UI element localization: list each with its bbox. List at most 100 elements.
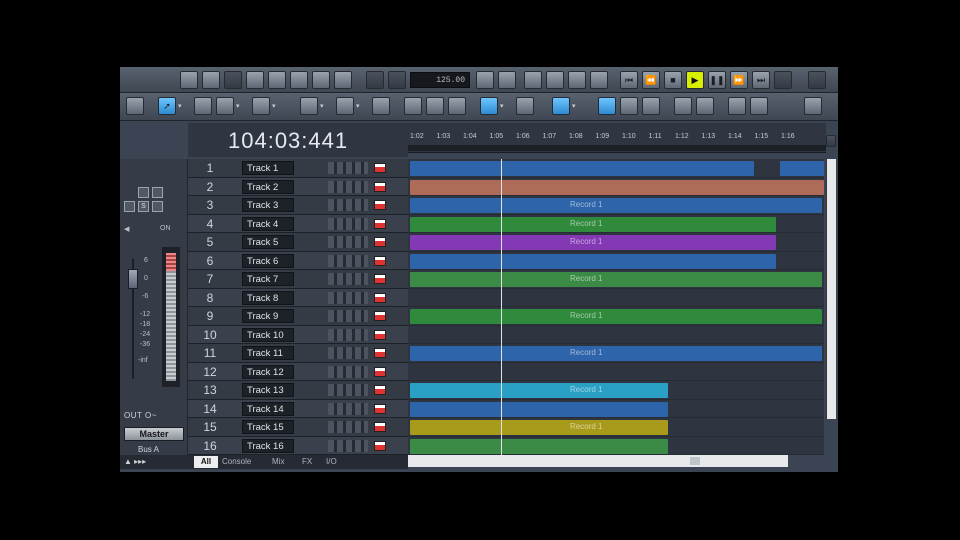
track-color-icon[interactable] xyxy=(374,403,386,414)
track-name-field[interactable]: Track 8 xyxy=(242,290,294,305)
rewind-start-icon[interactable]: ⏮ xyxy=(620,71,638,89)
track-row[interactable]: 8 Track 8 xyxy=(188,288,408,307)
track-controls[interactable] xyxy=(328,199,368,211)
tab-all[interactable]: All xyxy=(194,456,218,468)
track-row[interactable]: 2 Track 2 xyxy=(188,177,408,196)
track-row[interactable]: 9 Track 9 xyxy=(188,307,408,326)
close-panel-icon[interactable] xyxy=(804,97,822,115)
clip-lane[interactable]: Record 1 xyxy=(408,418,824,437)
save-icon[interactable] xyxy=(224,71,242,89)
inspector-icon[interactable] xyxy=(598,97,616,115)
grid-icon[interactable] xyxy=(336,97,354,115)
track-color-icon[interactable] xyxy=(374,181,386,192)
clip[interactable]: Record 1 xyxy=(410,272,822,287)
track-row[interactable]: 1 Track 1 xyxy=(188,159,408,178)
track-name-field[interactable]: Track 10 xyxy=(242,327,294,342)
track-name-field[interactable]: Track 9 xyxy=(242,309,294,323)
track-controls[interactable] xyxy=(328,291,368,304)
clip-lane[interactable] xyxy=(408,159,824,178)
clip[interactable] xyxy=(410,253,776,269)
tab-console[interactable]: Console xyxy=(222,456,251,468)
open-icon[interactable] xyxy=(202,71,220,89)
automation-icon[interactable] xyxy=(480,97,498,115)
clip[interactable] xyxy=(410,161,754,176)
track-controls[interactable] xyxy=(328,217,368,230)
clip[interactable] xyxy=(410,438,668,454)
track-view-icon[interactable] xyxy=(404,97,422,115)
track-color-icon[interactable] xyxy=(374,329,386,340)
track-controls[interactable] xyxy=(328,328,368,341)
ruler-bar[interactable] xyxy=(408,145,826,151)
marker-icon[interactable] xyxy=(524,71,542,89)
monitor-icon[interactable] xyxy=(124,201,135,212)
clip-lane[interactable] xyxy=(408,437,824,455)
clip-lane[interactable] xyxy=(408,400,824,418)
track-color-icon[interactable] xyxy=(374,422,386,432)
track-color-icon[interactable] xyxy=(374,255,386,266)
clip-lane[interactable]: Record 1 xyxy=(408,381,824,400)
rewind-icon[interactable]: ⏪ xyxy=(642,71,660,89)
track-controls[interactable] xyxy=(328,439,368,452)
track-row[interactable]: 13 Track 13 xyxy=(188,381,408,400)
midi-icon[interactable] xyxy=(312,71,330,89)
clip-lane[interactable]: Record 1 xyxy=(408,270,824,289)
chevron-down-icon[interactable]: ▾ xyxy=(356,102,362,112)
draw-tool-icon[interactable] xyxy=(216,97,234,115)
vertical-scrollbar[interactable] xyxy=(826,159,836,419)
track-color-icon[interactable] xyxy=(374,218,386,229)
key-icon[interactable] xyxy=(498,71,516,89)
panel-icon[interactable] xyxy=(808,71,826,89)
clip-lane[interactable]: Record 1 xyxy=(408,196,824,215)
lanes-icon[interactable] xyxy=(552,97,570,115)
chevron-down-icon[interactable]: ▾ xyxy=(320,102,326,112)
track-color-icon[interactable] xyxy=(374,348,386,358)
track-controls[interactable] xyxy=(328,384,368,396)
track-row[interactable]: 5 Track 5 xyxy=(188,233,408,252)
settings-icon[interactable] xyxy=(728,97,746,115)
track-color-icon[interactable] xyxy=(374,385,386,395)
track-color-icon[interactable] xyxy=(374,366,386,377)
track-controls[interactable] xyxy=(328,254,368,267)
clip-lane[interactable]: Record 1 xyxy=(408,215,824,233)
track-name-field[interactable]: Track 3 xyxy=(242,198,294,212)
clip[interactable] xyxy=(780,161,824,176)
solo-s-icon[interactable]: S xyxy=(138,201,149,212)
zoom-tool-icon[interactable] xyxy=(252,97,270,115)
track-controls[interactable] xyxy=(328,421,368,433)
clips-pane[interactable]: Record 1 Record 1 Record 1 Record 1 Record 1… xyxy=(408,159,824,455)
track-row[interactable]: 12 Track 12 xyxy=(188,362,408,381)
track-controls[interactable] xyxy=(328,162,368,174)
chevron-down-icon[interactable]: ▾ xyxy=(236,102,242,112)
track-name-field[interactable]: Track 15 xyxy=(242,420,294,434)
track-name-field[interactable]: Track 6 xyxy=(242,253,294,268)
clip[interactable] xyxy=(410,179,824,195)
loop-icon[interactable] xyxy=(546,71,564,89)
mixer-icon[interactable] xyxy=(246,71,264,89)
fit-icon[interactable] xyxy=(674,97,692,115)
clip-lane[interactable] xyxy=(408,326,824,344)
record-mode-icon[interactable] xyxy=(590,71,608,89)
tempo-display[interactable]: 125.00 xyxy=(410,72,470,88)
track-name-field[interactable]: Track 7 xyxy=(242,272,294,286)
horizontal-scrollbar[interactable] xyxy=(408,455,788,467)
track-row[interactable]: 16 Track 16 xyxy=(188,436,408,455)
track-row[interactable]: 6 Track 6 xyxy=(188,251,408,270)
clip[interactable]: Record 1 xyxy=(410,216,776,232)
range-tool-icon[interactable] xyxy=(194,97,212,115)
mute-icon[interactable] xyxy=(138,187,149,198)
chevron-down-icon[interactable]: ▾ xyxy=(272,102,278,112)
track-controls[interactable] xyxy=(328,310,368,322)
clip-lane[interactable]: Record 1 xyxy=(408,344,824,363)
clip[interactable]: Record 1 xyxy=(410,198,822,213)
track-name-field[interactable]: Track 13 xyxy=(242,383,294,397)
record-icon[interactable] xyxy=(774,71,792,89)
track-name-field[interactable]: Track 4 xyxy=(242,216,294,231)
solo-icon[interactable] xyxy=(152,187,163,198)
track-row[interactable]: 10 Track 10 xyxy=(188,325,408,344)
track-color-icon[interactable] xyxy=(374,200,386,210)
layout-grid-icon[interactable] xyxy=(448,97,466,115)
stop-icon[interactable]: ■ xyxy=(664,71,682,89)
track-name-field[interactable]: Track 1 xyxy=(242,161,294,175)
snap-icon[interactable] xyxy=(300,97,318,115)
fast-forward-icon[interactable]: ⏩ xyxy=(730,71,748,89)
